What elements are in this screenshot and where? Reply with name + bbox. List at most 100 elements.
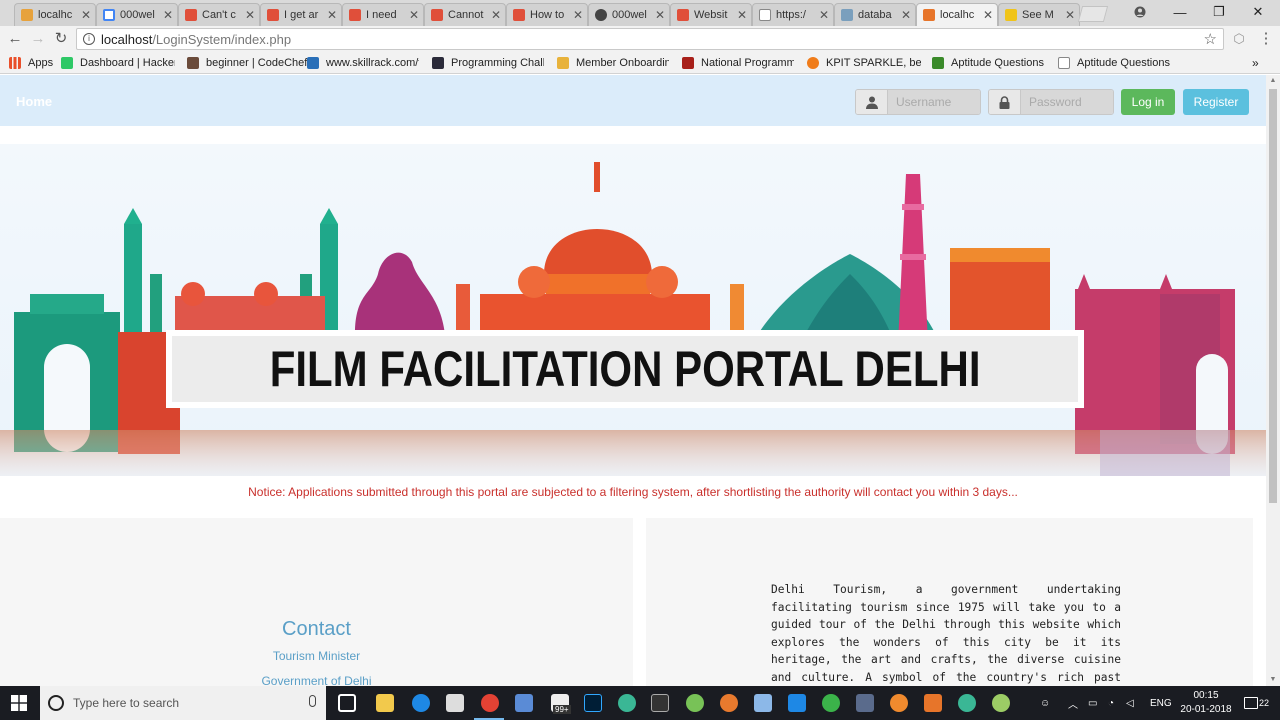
browser-tab[interactable]: See M ✕ [998, 3, 1080, 26]
task-view-icon[interactable] [338, 694, 356, 712]
browser-tab[interactable]: Websit ✕ [670, 3, 752, 26]
forward-button[interactable]: → [28, 29, 48, 49]
bookmark-item[interactable]: National Programme [682, 55, 794, 71]
close-icon[interactable]: ✕ [899, 8, 913, 22]
bookmark-star-icon[interactable]: ☆ [1204, 30, 1217, 48]
chart-icon [841, 9, 853, 21]
store-icon[interactable] [446, 694, 464, 712]
scroll-up-icon[interactable]: ▲ [1266, 75, 1280, 87]
bookmark-item[interactable]: Dashboard | HackerR [61, 55, 175, 71]
browser-tab[interactable]: Can't c ✕ [178, 3, 260, 26]
indiabix-icon [932, 57, 944, 69]
close-icon[interactable]: ✕ [407, 8, 421, 22]
taskbar-clock[interactable]: 00:15 20-01-2018 [1180, 689, 1232, 717]
minimize-button[interactable]: — [1160, 0, 1200, 24]
terminal-icon[interactable] [651, 694, 669, 712]
close-icon[interactable]: ✕ [161, 8, 175, 22]
atom-icon[interactable] [618, 694, 636, 712]
bookmark-item[interactable]: KPIT SPARKLE, beyon [807, 55, 921, 71]
scroll-down-icon[interactable]: ▼ [1266, 674, 1280, 686]
password-group [988, 89, 1114, 115]
app-icon[interactable] [856, 694, 874, 712]
atom-icon[interactable] [958, 694, 976, 712]
page-scrollbar[interactable]: ▲ ▼ [1266, 75, 1280, 686]
file-explorer-icon[interactable] [376, 694, 394, 712]
bookmark-item[interactable]: Aptitude Questions a [932, 55, 1046, 71]
chrome-icon[interactable] [481, 694, 499, 712]
browser-tab[interactable]: I get ar ✕ [260, 3, 342, 26]
close-icon[interactable]: ✕ [489, 8, 503, 22]
photos-icon[interactable] [754, 694, 772, 712]
browser-tab-active[interactable]: localhc ✕ [916, 3, 998, 26]
bookmark-apps[interactable]: Apps [9, 55, 53, 71]
people-icon[interactable]: ☺ [1040, 686, 1050, 720]
app-icon[interactable] [720, 694, 738, 712]
onboarding-icon [557, 57, 569, 69]
close-icon[interactable]: ✕ [79, 8, 93, 22]
browser-tab[interactable]: localhc ✕ [14, 3, 96, 26]
close-icon[interactable]: ✕ [735, 8, 749, 22]
edge-icon[interactable] [412, 694, 430, 712]
close-icon[interactable]: ✕ [817, 8, 831, 22]
close-icon[interactable]: ✕ [981, 8, 995, 22]
microphone-icon[interactable] [309, 695, 316, 707]
login-button[interactable]: Log in [1121, 89, 1175, 115]
password-input[interactable] [1021, 90, 1113, 114]
action-center-icon[interactable]: 22 [1244, 686, 1269, 720]
app-icon[interactable] [890, 694, 908, 712]
sync-icon[interactable] [788, 694, 806, 712]
close-icon[interactable]: ✕ [325, 8, 339, 22]
reload-button[interactable]: ↻ [51, 29, 71, 49]
browser-tab[interactable]: I need ✕ [342, 3, 424, 26]
windows-start-button[interactable] [0, 686, 38, 720]
hackerearth-icon [432, 57, 444, 69]
close-icon[interactable]: ✕ [1063, 8, 1077, 22]
scroll-thumb[interactable] [1269, 89, 1277, 503]
bookmark-item[interactable]: Programming Challe [432, 55, 544, 71]
more-bookmarks-icon[interactable]: » [1252, 55, 1259, 71]
menu-icon[interactable]: ⋮ [1256, 29, 1276, 49]
skype-icon[interactable] [822, 694, 840, 712]
android-studio-icon[interactable] [686, 694, 704, 712]
browser-tab[interactable]: 000wel ✕ [96, 3, 178, 26]
photoshop-icon[interactable] [584, 694, 602, 712]
battery-icon[interactable]: ▭ [1088, 686, 1097, 720]
profile-icon[interactable] [1120, 0, 1160, 24]
wifi-icon[interactable]: ◔ [1108, 686, 1114, 720]
volume-icon[interactable]: ◁ [1126, 686, 1134, 720]
browser-tab[interactable]: databa ✕ [834, 3, 916, 26]
browser-tab[interactable]: 000wel ✕ [588, 3, 670, 26]
close-window-button[interactable]: ✕ [1238, 0, 1278, 24]
register-button[interactable]: Register [1183, 89, 1249, 115]
new-tab-button[interactable] [1077, 6, 1109, 22]
bookmark-item[interactable]: www.skillrack.com/fa [307, 55, 419, 71]
delhi-monuments-illustration [0, 144, 1266, 476]
username-input[interactable] [888, 90, 980, 114]
show-hidden-icons[interactable]: ︿ [1068, 686, 1078, 720]
home-link[interactable]: Home [16, 94, 52, 109]
bookmark-item[interactable]: Aptitude Questions a [1058, 55, 1172, 71]
virtualbox-icon[interactable] [515, 694, 533, 712]
close-icon[interactable]: ✕ [653, 8, 667, 22]
kpit-icon [807, 57, 819, 69]
close-icon[interactable]: ✕ [571, 8, 585, 22]
extension-icon[interactable]: ⬡ [1229, 29, 1249, 49]
language-indicator[interactable]: ENG [1150, 686, 1172, 720]
taskbar-search[interactable]: Type here to search [40, 686, 326, 720]
restore-button[interactable]: ❐ [1199, 0, 1239, 24]
address-bar[interactable]: i localhost/LoginSystem/index.php ☆ [76, 28, 1224, 50]
bookmark-item[interactable]: beginner | CodeChef [187, 55, 309, 71]
bookmark-item[interactable]: Member Onboarding [557, 55, 669, 71]
close-icon[interactable]: ✕ [243, 8, 257, 22]
xampp-icon[interactable] [924, 694, 942, 712]
browser-tab[interactable]: How to ✕ [506, 3, 588, 26]
cortana-icon[interactable] [48, 695, 64, 711]
browser-tab[interactable]: https:/✕ [752, 3, 834, 26]
back-button[interactable]: ← [5, 29, 25, 49]
stack-overflow-icon [431, 9, 443, 21]
app-icon[interactable] [992, 694, 1010, 712]
info-icon[interactable]: i [83, 33, 95, 45]
site-navbar: Home Log in Register [0, 75, 1266, 126]
stack-overflow-icon [267, 9, 279, 21]
browser-tab[interactable]: Cannot ✕ [424, 3, 506, 26]
